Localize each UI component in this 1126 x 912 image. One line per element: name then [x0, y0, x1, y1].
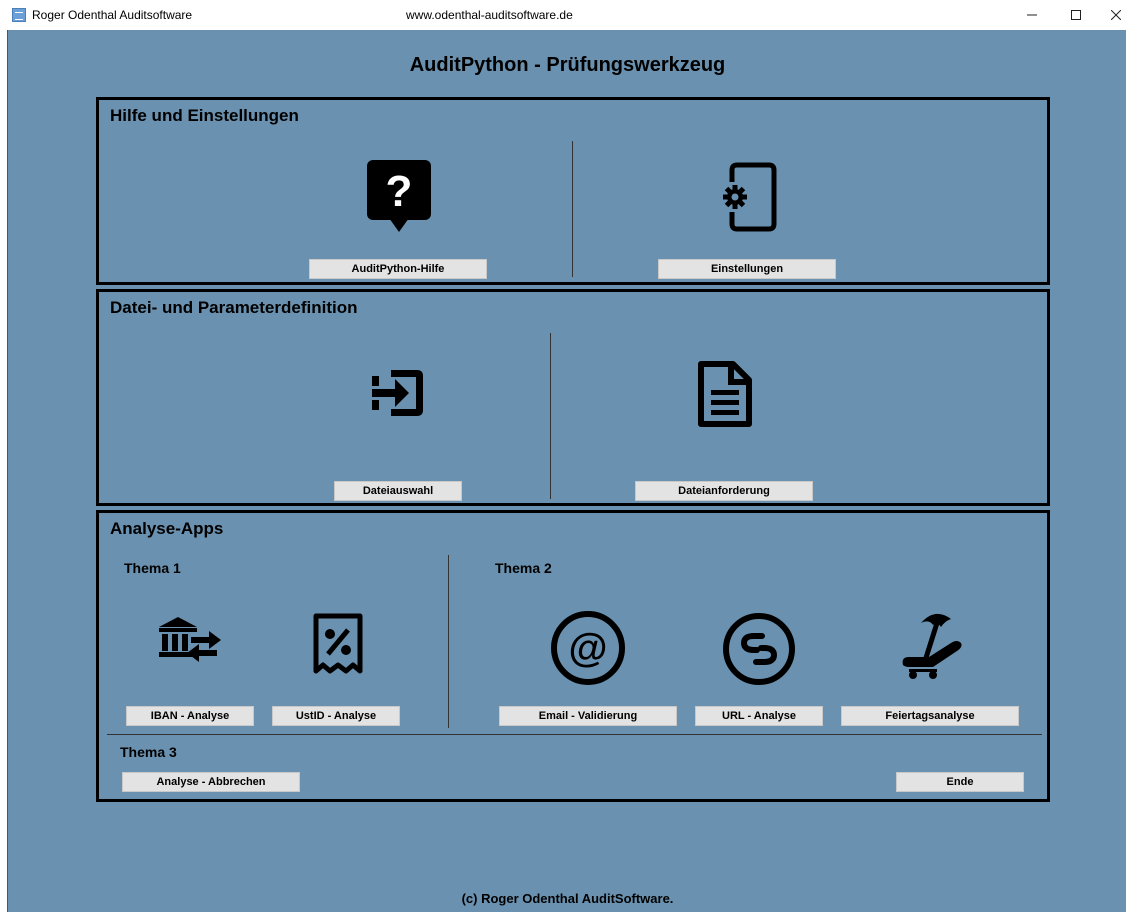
panel-divider: [572, 141, 573, 277]
window-title: Roger Odenthal Auditsoftware: [32, 8, 193, 22]
panel-divider: [550, 333, 551, 499]
app-client-area: AuditPython - Prüfungswerkzeug Hilfe und…: [7, 30, 1126, 912]
analysis-apps-panel: Analyse-Apps Thema 1 Thema 2 @ IBAN - An…: [96, 510, 1050, 802]
close-window-button[interactable]: [1096, 2, 1126, 28]
app-logo-icon: [12, 8, 26, 22]
window-url: www.odenthal-auditsoftware.de: [406, 8, 573, 22]
maximize-icon: [1071, 10, 1081, 20]
thema2-heading: Thema 2: [495, 560, 552, 576]
beach-chair-icon: [902, 613, 962, 679]
svg-text:?: ?: [386, 167, 413, 216]
at-sign-icon: @: [551, 611, 625, 685]
cancel-analysis-button[interactable]: Analyse - Abbrechen: [122, 772, 300, 792]
phone-settings-icon: [723, 162, 777, 232]
iban-analysis-button[interactable]: IBAN - Analyse: [126, 706, 254, 726]
help-settings-panel: Hilfe und Einstellungen ? AuditPython-Hi…: [96, 97, 1050, 285]
window-titlebar: Roger Odenthal Auditsoftware www.odentha…: [0, 0, 1126, 30]
question-speech-icon: ?: [367, 160, 431, 232]
file-parameter-title: Datei- und Parameterdefinition: [110, 298, 358, 317]
percent-receipt-icon: [313, 613, 363, 674]
minimize-icon: [1027, 14, 1037, 16]
svg-text:@: @: [568, 626, 607, 670]
thema-divider: [448, 555, 449, 728]
file-select-button[interactable]: Dateiauswahl: [334, 481, 462, 501]
minimize-button[interactable]: [1012, 2, 1052, 28]
file-parameter-panel: Datei- und Parameterdefinition Dateiausw…: [96, 289, 1050, 506]
url-analysis-button[interactable]: URL - Analyse: [695, 706, 823, 726]
thema3-divider: [107, 734, 1042, 735]
login-arrow-icon: [372, 370, 423, 416]
copyright-footer: (c) Roger Odenthal AuditSoftware.: [461, 891, 674, 906]
link-circle-icon: [723, 613, 795, 685]
bank-transfer-icon: [159, 617, 221, 662]
email-validation-button[interactable]: Email - Validierung: [499, 706, 677, 726]
help-button[interactable]: AuditPython-Hilfe: [309, 259, 487, 279]
close-icon: [1110, 9, 1122, 21]
help-settings-title: Hilfe und Einstellungen: [110, 106, 299, 125]
document-icon: [698, 361, 752, 427]
ustid-analysis-button[interactable]: UstID - Analyse: [272, 706, 400, 726]
analysis-apps-title: Analyse-Apps: [110, 519, 224, 538]
file-request-button[interactable]: Dateianforderung: [635, 481, 813, 501]
thema3-heading: Thema 3: [120, 744, 177, 760]
settings-button[interactable]: Einstellungen: [658, 259, 836, 279]
end-button[interactable]: Ende: [896, 772, 1024, 792]
thema1-heading: Thema 1: [124, 560, 181, 576]
maximize-button[interactable]: [1056, 2, 1096, 28]
page-title: AuditPython - Prüfungswerkzeug: [409, 54, 726, 76]
holiday-analysis-button[interactable]: Feiertagsanalyse: [841, 706, 1019, 726]
